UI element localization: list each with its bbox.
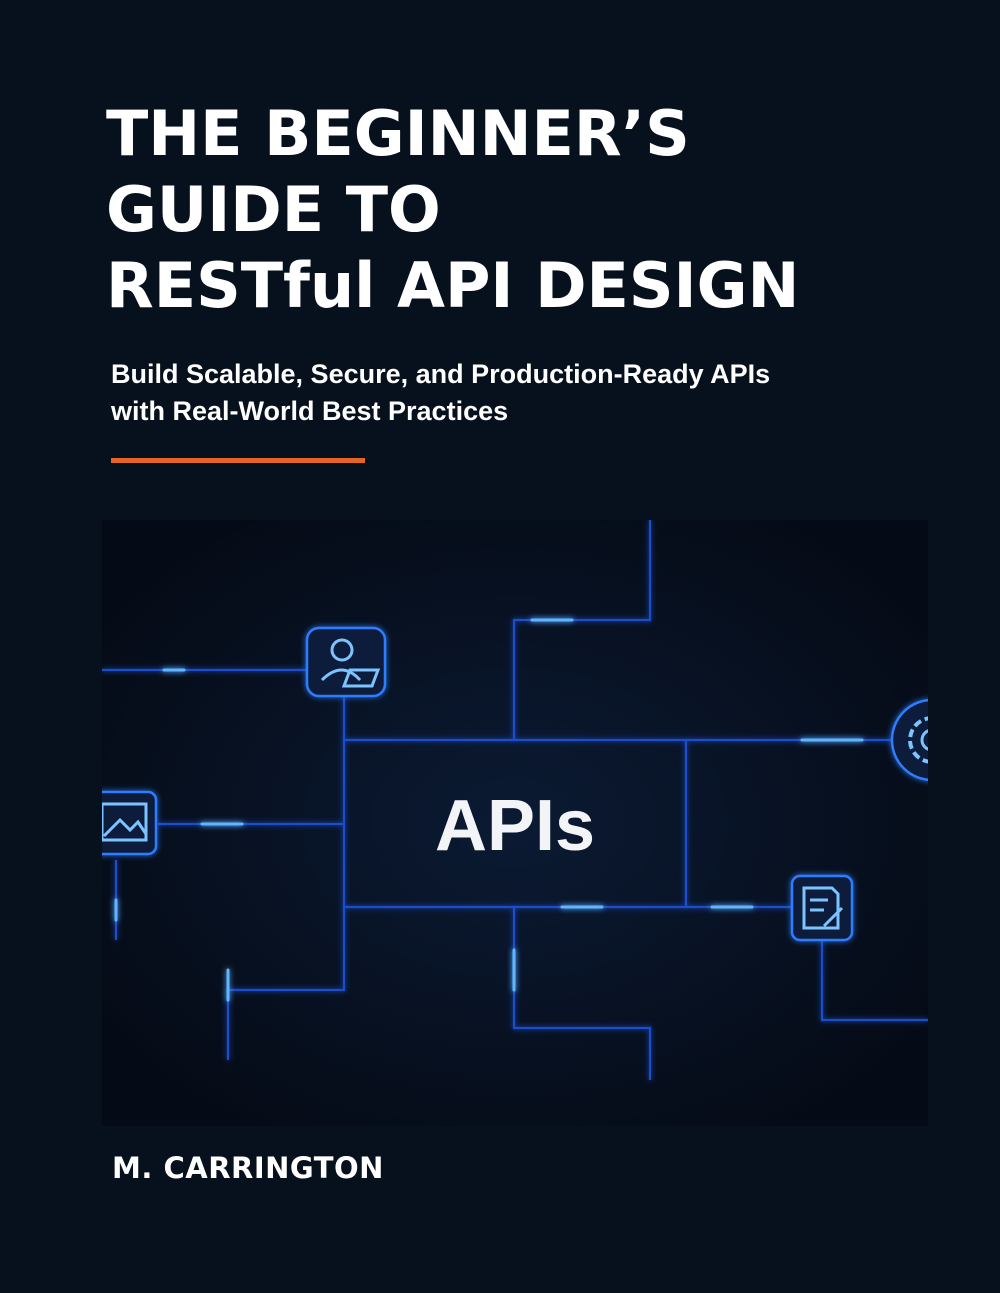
user-laptop-icon	[305, 626, 387, 698]
accent-divider	[111, 458, 365, 463]
image-icon	[102, 790, 158, 856]
author-name: M. CARRINGTON	[112, 1151, 384, 1185]
book-cover: THE BEGINNER’S GUIDE TO RESTful API DESI…	[0, 0, 1000, 1293]
book-subtitle: Build Scalable, Secure, and Production-R…	[111, 356, 770, 430]
title-line-1: THE BEGINNER’S	[106, 97, 690, 170]
subtitle-line-1: Build Scalable, Secure, and Production-R…	[111, 359, 771, 389]
circuit-svg: APIs	[102, 520, 928, 1126]
title-line-3: RESTful API DESIGN	[106, 249, 800, 322]
center-label: APIs	[435, 786, 595, 866]
book-title: THE BEGINNER’S GUIDE TO RESTful API DESI…	[106, 96, 799, 324]
document-edit-icon	[790, 874, 854, 942]
subtitle-line-2: with Real-World Best Practices	[111, 396, 509, 426]
circuit-illustration: APIs	[102, 520, 928, 1126]
title-line-2: GUIDE TO	[106, 173, 441, 246]
